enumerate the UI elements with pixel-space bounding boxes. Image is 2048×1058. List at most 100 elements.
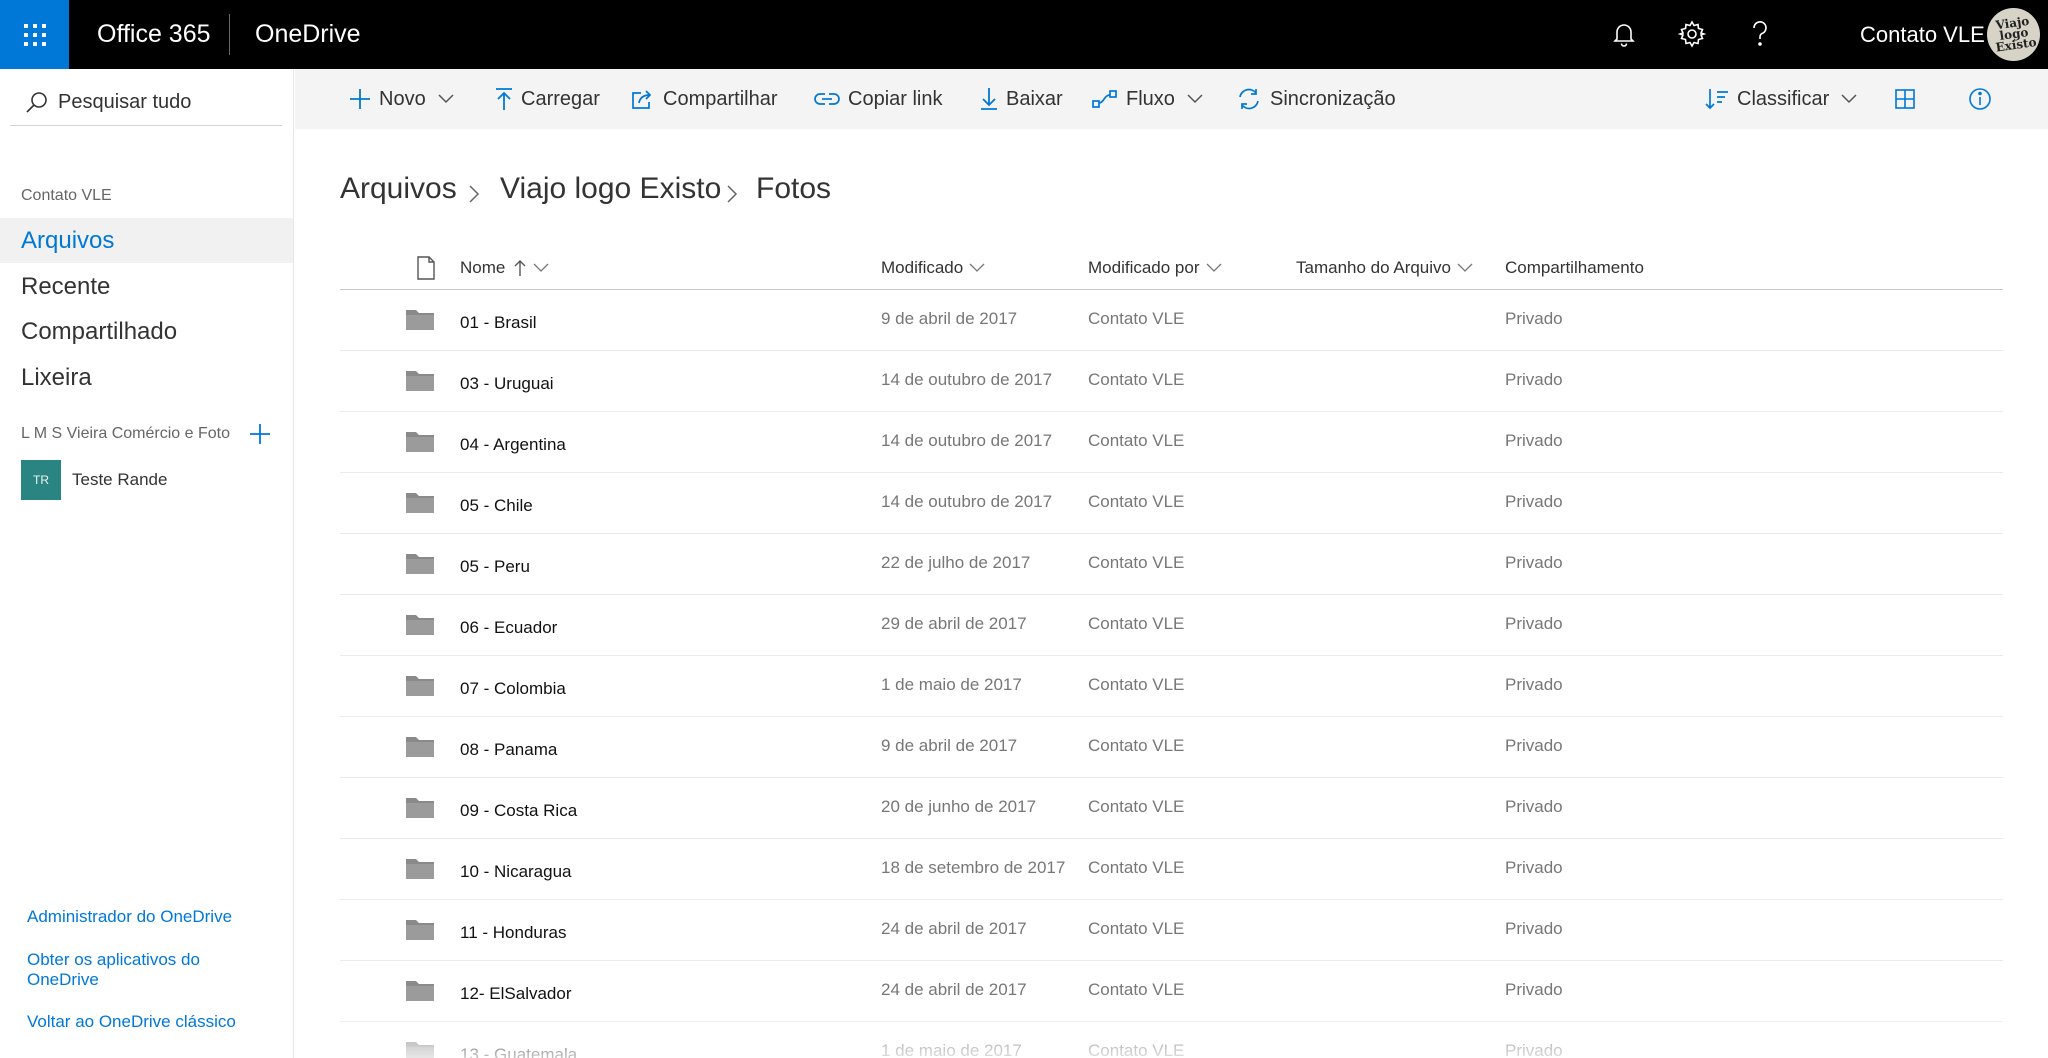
- table-row[interactable]: 12- ElSalvador 24 de abril de 2017 Conta…: [340, 961, 2003, 1022]
- breadcrumb-item-viajo[interactable]: Viajo logo Existo: [500, 172, 721, 206]
- row-modified-by: Contato VLE: [1088, 309, 1185, 328]
- new-button[interactable]: Novo: [349, 69, 454, 129]
- chevron-right-icon: [469, 185, 480, 203]
- column-header-modificado-por[interactable]: Modificado por: [1088, 246, 1222, 290]
- row-name[interactable]: 08 - Panama: [460, 719, 557, 780]
- nav-item-lixeira[interactable]: Lixeira: [0, 355, 293, 400]
- row-modified-by: Contato VLE: [1088, 431, 1185, 450]
- column-header-modificado-label: Modificado: [881, 258, 964, 277]
- link-icon: [814, 93, 840, 105]
- suite-app-name[interactable]: OneDrive: [255, 0, 361, 69]
- row-modified: 22 de julho de 2017: [881, 553, 1031, 572]
- gear-icon: [1678, 20, 1706, 48]
- row-name[interactable]: 04 - Argentina: [460, 414, 566, 475]
- table-row[interactable]: 04 - Argentina 14 de outubro de 2017 Con…: [340, 412, 2003, 473]
- table-row[interactable]: 05 - Peru 22 de julho de 2017 Contato VL…: [340, 534, 2003, 595]
- group-badge: TR: [21, 460, 61, 500]
- upload-button[interactable]: Carregar: [495, 69, 600, 129]
- row-name[interactable]: 10 - Nicaragua: [460, 841, 572, 902]
- folder-icon: [406, 371, 434, 391]
- row-sharing: Privado: [1505, 370, 1563, 389]
- group-teste-rande[interactable]: TR Teste Rande: [21, 460, 167, 500]
- folder-icon: [406, 798, 434, 818]
- row-modified: 29 de abril de 2017: [881, 614, 1027, 633]
- download-button[interactable]: Baixar: [980, 69, 1063, 129]
- table-row[interactable]: 08 - Panama 9 de abril de 2017 Contato V…: [340, 717, 2003, 778]
- user-name[interactable]: Contato VLE: [1860, 0, 1985, 69]
- row-sharing: Privado: [1505, 1041, 1563, 1058]
- row-name[interactable]: 06 - Ecuador: [460, 597, 557, 658]
- file-type-column-header[interactable]: [410, 246, 436, 290]
- notifications-button[interactable]: [1604, 14, 1644, 54]
- row-name[interactable]: 13 - Guatemala: [460, 1024, 577, 1058]
- suite-brand[interactable]: Office 365: [97, 0, 211, 69]
- avatar[interactable]: Viajo logo Existo: [1987, 8, 2040, 61]
- breadcrumb-item-arquivos[interactable]: Arquivos: [340, 172, 457, 206]
- flow-button[interactable]: Fluxo: [1092, 69, 1203, 129]
- sync-icon: [1239, 88, 1259, 110]
- nav-section-label: Contato VLE: [21, 187, 112, 204]
- column-header-nome[interactable]: Nome: [460, 246, 549, 290]
- table-row[interactable]: 07 - Colombia 1 de maio de 2017 Contato …: [340, 656, 2003, 717]
- view-toggle-button[interactable]: [1894, 69, 1916, 129]
- column-header-modificado[interactable]: Modificado: [881, 246, 985, 290]
- row-sharing: Privado: [1505, 309, 1563, 328]
- folder-icon: [406, 737, 434, 757]
- row-name[interactable]: 01 - Brasil: [460, 292, 537, 353]
- app-launcher-button[interactable]: [0, 0, 69, 69]
- copy-link-button[interactable]: Copiar link: [814, 69, 942, 129]
- link-admin-onedrive[interactable]: Administrador do OneDrive: [27, 907, 277, 927]
- folder-icon: [406, 981, 434, 1001]
- table-row[interactable]: 09 - Costa Rica 20 de junho de 2017 Cont…: [340, 778, 2003, 839]
- sync-button[interactable]: Sincronização: [1236, 69, 1396, 129]
- column-header-tamanho[interactable]: Tamanho do Arquivo: [1296, 246, 1473, 290]
- row-name[interactable]: 05 - Peru: [460, 536, 530, 597]
- flow-label: Fluxo: [1126, 87, 1175, 110]
- nav-item-compartilhado[interactable]: Compartilhado: [0, 309, 293, 354]
- link-classic-onedrive[interactable]: Voltar ao OneDrive clássico: [27, 1012, 277, 1032]
- command-bar: Novo Carregar Compartilhar Copiar link B…: [295, 69, 2048, 129]
- link-get-apps[interactable]: Obter os aplicativos do OneDrive: [27, 950, 257, 990]
- table-row[interactable]: 01 - Brasil 9 de abril de 2017 Contato V…: [340, 290, 2003, 351]
- chevron-down-icon: [438, 94, 454, 104]
- row-modified: 14 de outubro de 2017: [881, 492, 1053, 511]
- row-modified: 1 de maio de 2017: [881, 1041, 1022, 1058]
- folder-icon: [406, 676, 434, 696]
- nav-item-recente[interactable]: Recente: [0, 264, 293, 309]
- row-name[interactable]: 07 - Colombia: [460, 658, 566, 719]
- row-modified-by: Contato VLE: [1088, 492, 1185, 511]
- row-name[interactable]: 03 - Uruguai: [460, 353, 554, 414]
- table-row[interactable]: 03 - Uruguai 14 de outubro de 2017 Conta…: [340, 351, 2003, 412]
- row-name[interactable]: 09 - Costa Rica: [460, 780, 577, 841]
- table-row[interactable]: 11 - Honduras 24 de abril de 2017 Contat…: [340, 900, 2003, 961]
- table-row[interactable]: 10 - Nicaragua 18 de setembro de 2017 Co…: [340, 839, 2003, 900]
- row-modified: 9 de abril de 2017: [881, 736, 1018, 755]
- info-button[interactable]: [1968, 69, 1992, 129]
- row-name[interactable]: 05 - Chile: [460, 475, 533, 536]
- group-name: Teste Rande: [72, 470, 168, 489]
- folder-icon: [406, 310, 434, 330]
- settings-button[interactable]: [1672, 14, 1712, 54]
- search-box[interactable]: Pesquisar tudo: [10, 79, 282, 126]
- row-modified: 14 de outubro de 2017: [881, 431, 1053, 450]
- table-row[interactable]: 13 - Guatemala 1 de maio de 2017 Contato…: [340, 1022, 2003, 1058]
- table-row[interactable]: 06 - Ecuador 29 de abril de 2017 Contato…: [340, 595, 2003, 656]
- add-group-button[interactable]: [247, 421, 273, 447]
- sort-icon: [1705, 89, 1728, 110]
- row-name[interactable]: 12- ElSalvador: [460, 963, 572, 1024]
- row-name[interactable]: 11 - Honduras: [460, 902, 566, 963]
- left-navigation: Pesquisar tudo Contato VLE Arquivos Rece…: [0, 69, 294, 1058]
- nav-item-arquivos[interactable]: Arquivos: [0, 218, 293, 263]
- column-header-nome-label: Nome: [460, 258, 506, 277]
- sort-button[interactable]: Classificar: [1705, 69, 1857, 129]
- row-modified-by: Contato VLE: [1088, 858, 1185, 877]
- share-button[interactable]: Compartilhar: [631, 69, 777, 129]
- copy-link-label: Copiar link: [848, 87, 943, 110]
- row-modified: 20 de junho de 2017: [881, 797, 1037, 816]
- help-button[interactable]: [1740, 14, 1780, 54]
- table-row[interactable]: 05 - Chile 14 de outubro de 2017 Contato…: [340, 473, 2003, 534]
- upload-label: Carregar: [521, 87, 600, 110]
- group-section-label: L M S Vieira Comércio e Foto: [21, 425, 230, 442]
- column-header-compartilhamento[interactable]: Compartilhamento: [1505, 246, 1644, 290]
- row-modified-by: Contato VLE: [1088, 553, 1185, 572]
